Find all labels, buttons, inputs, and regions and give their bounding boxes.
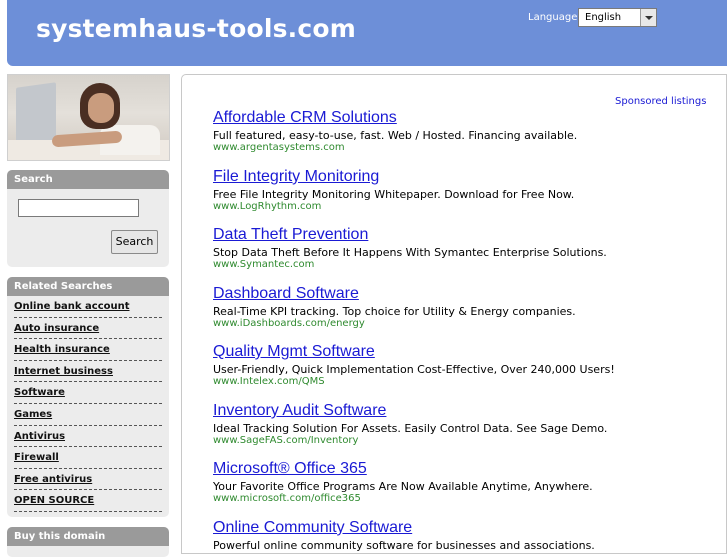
listing: Quality Mgmt Software User-Friendly, Qui… xyxy=(213,343,615,388)
related-link-free-antivirus[interactable]: Free antivirus xyxy=(14,469,162,491)
photo-face xyxy=(88,93,114,123)
site-title: systemhaus-tools.com xyxy=(36,14,357,43)
buy-domain-panel: Buy this domain xyxy=(7,527,169,557)
listing-url[interactable]: www.iDashboards.com/energy xyxy=(213,318,576,330)
listing-description: Free File Integrity Monitoring Whitepape… xyxy=(213,188,575,201)
listing-url[interactable]: www.Intelex.com/QMS xyxy=(213,376,615,388)
sponsored-listings-label[interactable]: Sponsored listings xyxy=(615,96,706,107)
listing-description: Powerful online community software for b… xyxy=(213,539,595,552)
listing-url[interactable]: www.SageFAS.com/Inventory xyxy=(213,435,607,447)
related-link-auto-insurance[interactable]: Auto insurance xyxy=(14,318,162,340)
listing-description: User-Friendly, Quick Implementation Cost… xyxy=(213,363,615,376)
language-label: Language: xyxy=(528,12,581,23)
listing-title[interactable]: File Integrity Monitoring xyxy=(213,168,574,186)
related-link-online-bank-account[interactable]: Online bank account xyxy=(14,296,162,318)
listing-title[interactable]: Inventory Audit Software xyxy=(213,402,607,420)
sidebar-photo xyxy=(7,74,170,161)
listing: Inventory Audit Software Ideal Tracking … xyxy=(213,402,607,447)
listing-description: Full featured, easy-to-use, fast. Web / … xyxy=(213,129,578,142)
listing-description: Ideal Tracking Solution For Assets. Easi… xyxy=(213,422,608,435)
listing: Microsoft® Office 365 Your Favorite Offi… xyxy=(213,460,593,505)
listing: Affordable CRM Solutions Full featured, … xyxy=(213,109,577,154)
related-searches-title: Related Searches xyxy=(7,277,169,296)
language-select[interactable]: English xyxy=(578,8,657,27)
related-link-open-source[interactable]: OPEN SOURCE xyxy=(14,490,162,512)
listing-url[interactable]: www.microsoft.com/office365 xyxy=(213,493,593,505)
related-link-health-insurance[interactable]: Health insurance xyxy=(14,339,162,361)
listing-title[interactable]: Microsoft® Office 365 xyxy=(213,460,593,478)
listing-description: Stop Data Theft Before It Happens With S… xyxy=(213,246,607,259)
listing-description: Your Favorite Office Programs Are Now Av… xyxy=(213,480,593,493)
listing-title[interactable]: Data Theft Prevention xyxy=(213,226,607,244)
related-searches-panel: Related Searches Online bank account Aut… xyxy=(7,277,169,517)
related-link-games[interactable]: Games xyxy=(14,404,162,426)
sponsored-listings-panel: Sponsored listings Affordable CRM Soluti… xyxy=(181,74,727,554)
listing-title[interactable]: Quality Mgmt Software xyxy=(213,343,615,361)
search-input[interactable] xyxy=(18,199,139,217)
search-panel: Search Search xyxy=(7,170,169,267)
related-link-antivirus[interactable]: Antivirus xyxy=(14,426,162,448)
listing: Dashboard Software Real-Time KPI trackin… xyxy=(213,285,576,330)
language-select-value: English xyxy=(585,12,622,23)
search-panel-title: Search xyxy=(7,170,169,189)
listing-title[interactable]: Dashboard Software xyxy=(213,285,576,303)
listing-url[interactable]: www.Symantec.com xyxy=(213,259,607,271)
listing-description: Real-Time KPI tracking. Top choice for U… xyxy=(213,305,576,318)
related-link-software[interactable]: Software xyxy=(14,382,162,404)
listing: File Integrity Monitoring Free File Inte… xyxy=(213,168,574,213)
listing-url[interactable]: www.argentasystems.com xyxy=(213,142,577,154)
listing-title[interactable]: Affordable CRM Solutions xyxy=(213,109,577,127)
listing: Data Theft Prevention Stop Data Theft Be… xyxy=(213,226,607,271)
buy-domain-title[interactable]: Buy this domain xyxy=(7,527,169,546)
listing: Online Community Software Powerful onlin… xyxy=(213,519,595,552)
related-searches-list: Online bank account Auto insurance Healt… xyxy=(7,296,169,512)
photo-laptop xyxy=(16,82,56,148)
chevron-down-icon[interactable] xyxy=(640,9,656,26)
related-link-firewall[interactable]: Firewall xyxy=(14,447,162,469)
listing-url[interactable]: www.LogRhythm.com xyxy=(213,201,574,213)
related-link-internet-business[interactable]: Internet business xyxy=(14,361,162,383)
header-bar: systemhaus-tools.com Language: English xyxy=(7,0,727,66)
listing-title[interactable]: Online Community Software xyxy=(213,519,595,537)
search-button[interactable]: Search xyxy=(111,230,158,254)
